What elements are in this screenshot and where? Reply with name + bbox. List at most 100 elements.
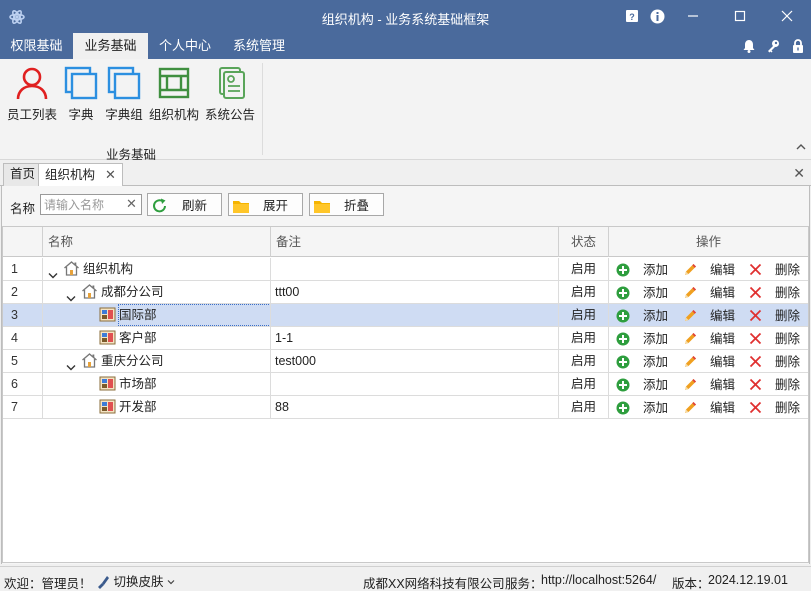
expand-button[interactable]: 展开	[228, 193, 303, 216]
close-tab-icon[interactable]: ✕	[105, 167, 116, 182]
table-row[interactable]: 3 国际部 启用 添加 编辑 删除	[3, 304, 808, 327]
remark-cell[interactable]: ttt00	[271, 281, 559, 303]
add-label: 添加	[643, 378, 669, 392]
row-number: 5	[3, 350, 43, 372]
actions-cell: 添加 编辑 删除	[609, 327, 808, 349]
name-cell[interactable]: 重庆分公司	[43, 350, 271, 372]
header-name[interactable]: 名称	[43, 227, 271, 257]
toolbar: 名称 ✕ 刷新 展开 折叠	[2, 186, 809, 226]
header-status[interactable]: 状态	[559, 227, 609, 257]
dictionary-group-button[interactable]: 字典组	[104, 65, 144, 122]
menu-tab-permission[interactable]: 权限基础	[0, 33, 73, 59]
house-icon	[63, 260, 80, 280]
remark-cell[interactable]	[271, 373, 559, 395]
tab-home[interactable]: 首页	[3, 163, 43, 186]
table-row[interactable]: 6 市场部 启用 添加 编辑 删除	[3, 373, 808, 396]
actions-cell: 添加 编辑 删除	[609, 350, 808, 372]
name-cell[interactable]: 国际部	[43, 304, 271, 326]
edit-label: 编辑	[710, 309, 736, 323]
tab-organization[interactable]: 组织机构 ✕	[38, 163, 123, 187]
house-icon	[81, 352, 98, 372]
header-remark[interactable]: 备注	[271, 227, 559, 257]
expand-chevron-icon[interactable]	[48, 265, 58, 280]
add-label: 添加	[643, 332, 669, 346]
key-icon[interactable]	[765, 38, 781, 54]
skin-switch-label: 切换皮肤	[113, 575, 164, 589]
add-label: 添加	[643, 286, 669, 300]
edit-label: 编辑	[710, 263, 736, 277]
table-row[interactable]: 4 客户部 1-1 启用 添加 编辑 删除	[3, 327, 808, 350]
skin-switch[interactable]: 切换皮肤	[96, 571, 175, 590]
status-cell: 启用	[559, 281, 609, 303]
dictionary-button[interactable]: 字典	[62, 65, 100, 122]
table-row[interactable]: 5 重庆分公司 test000 启用 添加 编辑 删除	[3, 350, 808, 373]
info-icon[interactable]	[647, 6, 667, 26]
organization-label: 组织机构	[148, 108, 199, 122]
table-row[interactable]: 1 组织机构 启用 添加 编辑 删除	[3, 258, 808, 281]
bell-icon[interactable]	[741, 38, 757, 54]
table-row[interactable]: 7 开发部 88 启用 添加 编辑 删除	[3, 396, 808, 419]
department-icon	[99, 375, 116, 395]
row-number: 7	[3, 396, 43, 418]
name-cell[interactable]: 开发部	[43, 396, 271, 418]
close-all-tabs-icon[interactable]: ✕	[793, 165, 805, 182]
name-label: 名称	[10, 202, 36, 216]
expand-chevron-icon[interactable]	[66, 288, 76, 303]
refresh-button[interactable]: 刷新	[147, 193, 222, 216]
ribbon-group-separator	[262, 63, 263, 155]
actions-cell: 添加 编辑 删除	[609, 373, 808, 395]
edit-label: 编辑	[710, 378, 736, 392]
table-row[interactable]: 2 成都分公司 ttt00 启用 添加 编辑 删除	[3, 281, 808, 304]
department-icon	[99, 306, 116, 326]
delete-label: 删除	[775, 401, 801, 415]
edit-label: 编辑	[710, 286, 736, 300]
employee-list-button[interactable]: 员工列表	[6, 65, 58, 122]
house-icon	[81, 283, 98, 303]
collapse-button[interactable]: 折叠	[309, 193, 384, 216]
remark-cell[interactable]: 88	[271, 396, 559, 418]
document-tabs: 首页 组织机构 ✕ ✕	[0, 160, 811, 187]
row-number: 2	[3, 281, 43, 303]
lock-icon[interactable]	[790, 38, 806, 54]
dictionary-group-icon	[107, 66, 141, 100]
organization-layout-icon	[158, 67, 190, 99]
dictionary-group-label: 字典组	[105, 108, 143, 122]
delete-label: 删除	[775, 286, 801, 300]
remark-cell[interactable]	[271, 258, 559, 280]
status-cell: 启用	[559, 258, 609, 280]
maximize-button[interactable]	[730, 6, 750, 26]
name-cell[interactable]: 成都分公司	[43, 281, 271, 303]
organization-tree-grid: 名称 备注 状态 操作 1 组织机构 启用 添加 编辑 删除 2 成都分公司 ttt00 启用 添加…	[2, 226, 809, 563]
system-notice-button[interactable]: 系统公告	[204, 65, 256, 122]
remark-cell[interactable]: test000	[271, 350, 559, 372]
menu-tab-system[interactable]: 系统管理	[222, 33, 296, 59]
content-area: 名称 ✕ 刷新 展开 折叠 名称 备注 状态	[1, 186, 810, 564]
add-label: 添加	[643, 309, 669, 323]
refresh-label: 刷新	[181, 199, 207, 213]
delete-label: 删除	[775, 263, 801, 277]
delete-label: 删除	[775, 378, 801, 392]
chevron-down-icon	[167, 580, 175, 585]
collapse-ribbon-chevron-icon[interactable]	[795, 141, 807, 153]
minimize-button[interactable]	[683, 6, 703, 26]
name-cell[interactable]: 客户部	[43, 327, 271, 349]
clear-search-icon[interactable]: ✕	[126, 196, 137, 212]
name-cell[interactable]: 市场部	[43, 373, 271, 395]
menu-tab-business[interactable]: 业务基础	[73, 33, 148, 59]
service-label: 服务：	[505, 577, 543, 591]
help-book-icon[interactable]: ?	[622, 6, 642, 26]
menu-tab-personal[interactable]: 个人中心	[148, 33, 222, 59]
name-cell[interactable]: 组织机构	[43, 258, 271, 280]
add-label: 添加	[643, 263, 669, 277]
header-actions: 操作	[695, 235, 721, 249]
node-name: 市场部	[119, 377, 157, 391]
remark-cell[interactable]: 1-1	[271, 327, 559, 349]
delete-label: 删除	[775, 355, 801, 369]
delete-label: 删除	[775, 309, 801, 323]
expand-chevron-icon[interactable]	[66, 357, 76, 372]
organization-button[interactable]: 组织机构	[148, 65, 200, 122]
node-name: 重庆分公司	[101, 354, 164, 368]
edit-label: 编辑	[710, 401, 736, 415]
close-window-button[interactable]	[777, 6, 797, 26]
remark-cell[interactable]	[271, 304, 559, 326]
